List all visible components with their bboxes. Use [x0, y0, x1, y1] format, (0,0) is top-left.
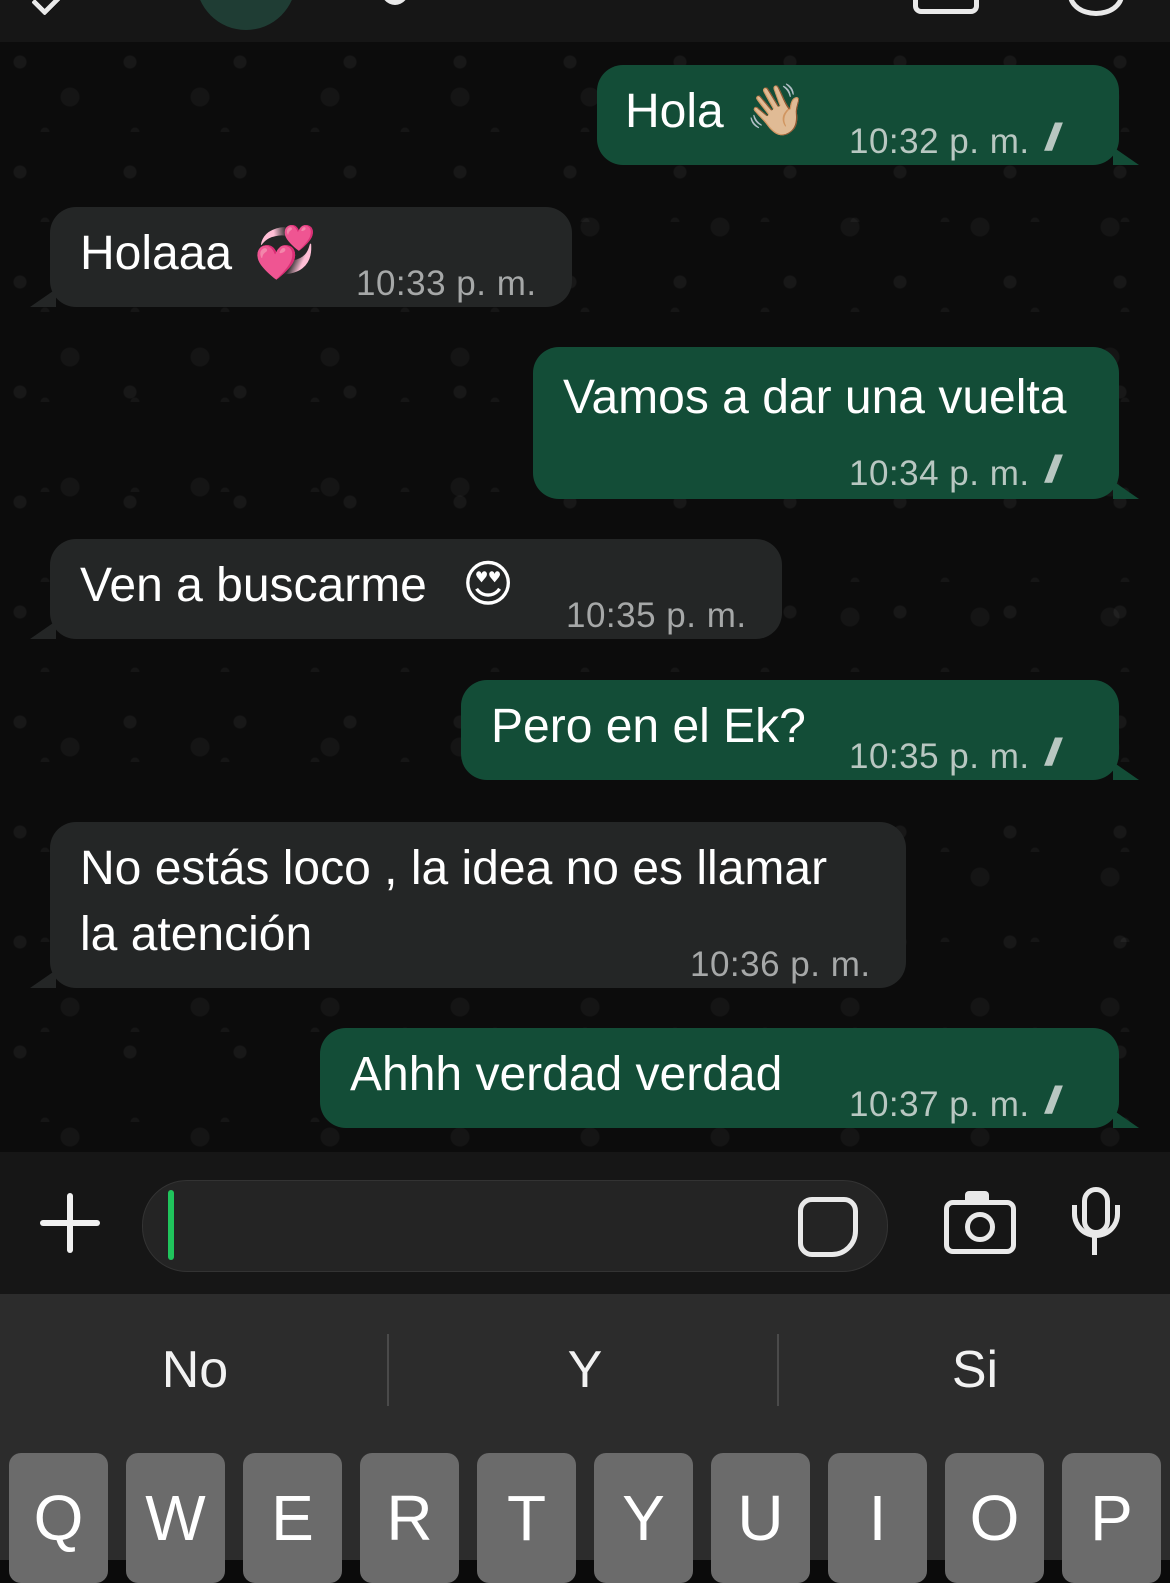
- phone-icon[interactable]: [1068, 0, 1124, 16]
- chat-messages[interactable]: Hola 👋🏼 10:32 p. m. // Holaaa 💞 10:33 p.…: [0, 42, 1170, 1152]
- key-e[interactable]: E: [243, 1453, 342, 1583]
- camera-icon[interactable]: [944, 1191, 1016, 1254]
- message-text-line-1: No estás loco , la idea no es llamar: [80, 842, 828, 895]
- message-time: 10:37 p. m.: [849, 1085, 1030, 1124]
- key-i[interactable]: I: [828, 1453, 927, 1583]
- contact-name[interactable]: [380, 0, 410, 5]
- microphone-icon-stem: [1092, 1237, 1097, 1255]
- bubble-tail: [30, 621, 56, 639]
- microphone-icon-cup: [1072, 1205, 1120, 1238]
- incoming-message[interactable]: No estás loco , la idea no es llamar la …: [50, 822, 906, 988]
- message-time: 10:35 p. m.: [566, 596, 747, 635]
- incoming-message[interactable]: Ven a buscarme 😍 10:35 p. m.: [50, 539, 782, 639]
- suggestion-2[interactable]: Y: [390, 1320, 780, 1420]
- microphone-icon[interactable]: [1070, 1187, 1122, 1257]
- message-input[interactable]: [142, 1180, 888, 1272]
- outgoing-message[interactable]: Hola 👋🏼 10:32 p. m. //: [597, 65, 1119, 165]
- plus-icon[interactable]: [40, 1193, 100, 1253]
- key-o[interactable]: O: [945, 1453, 1044, 1583]
- message-time: 10:36 p. m.: [690, 945, 871, 984]
- text-caret: [168, 1190, 174, 1260]
- suggestion-divider: [777, 1334, 779, 1406]
- message-text-line-2: la atención: [80, 908, 313, 961]
- suggestion-1[interactable]: No: [0, 1320, 390, 1420]
- message-text: Ahhh verdad verdad: [350, 1048, 783, 1101]
- message-time: 10:35 p. m.: [849, 737, 1030, 776]
- bubble-tail: [30, 289, 56, 307]
- bubble-tail: [1113, 762, 1139, 780]
- avatar[interactable]: [196, 0, 296, 30]
- hearts-emoji: 💞: [254, 223, 317, 281]
- outgoing-message[interactable]: Pero en el Ek? 10:35 p. m. //: [461, 680, 1119, 780]
- bubble-tail: [1113, 147, 1139, 165]
- message-text: Ven a buscarme: [80, 559, 427, 612]
- message-text: Vamos a dar una vuelta: [563, 371, 1067, 424]
- outgoing-message[interactable]: Ahhh verdad verdad 10:37 p. m. //: [320, 1028, 1119, 1128]
- suggestion-3[interactable]: Si: [780, 1320, 1170, 1420]
- key-p[interactable]: P: [1062, 1453, 1161, 1583]
- message-text: Holaaa: [80, 227, 233, 280]
- camera-icon-lens: [965, 1212, 995, 1242]
- key-u[interactable]: U: [711, 1453, 810, 1583]
- bubble-tail: [1113, 481, 1139, 499]
- key-w[interactable]: W: [126, 1453, 225, 1583]
- chat-header: [0, 0, 1170, 42]
- heart-eyes-emoji: 😍: [462, 555, 515, 613]
- video-call-icon[interactable]: [913, 0, 979, 14]
- key-y[interactable]: Y: [594, 1453, 693, 1583]
- outgoing-message[interactable]: Vamos a dar una vuelta 10:34 p. m. //: [533, 347, 1119, 499]
- incoming-message[interactable]: Holaaa 💞 10:33 p. m.: [50, 207, 572, 307]
- key-r[interactable]: R: [360, 1453, 459, 1583]
- message-time: 10:32 p. m.: [849, 122, 1030, 161]
- suggestion-divider: [387, 1334, 389, 1406]
- camera-icon-top: [965, 1191, 989, 1201]
- sticker-icon[interactable]: [798, 1197, 858, 1257]
- key-q[interactable]: Q: [9, 1453, 108, 1583]
- waving-hand-emoji: 👋🏼: [745, 81, 808, 139]
- bubble-tail: [1113, 1110, 1139, 1128]
- chevron-left-icon[interactable]: [31, 0, 64, 16]
- message-time: 10:33 p. m.: [356, 264, 537, 303]
- message-text: Hola: [625, 85, 724, 138]
- key-t[interactable]: T: [477, 1453, 576, 1583]
- message-text: Pero en el Ek?: [491, 700, 806, 753]
- bubble-tail: [30, 970, 56, 988]
- message-time: 10:34 p. m.: [849, 454, 1030, 493]
